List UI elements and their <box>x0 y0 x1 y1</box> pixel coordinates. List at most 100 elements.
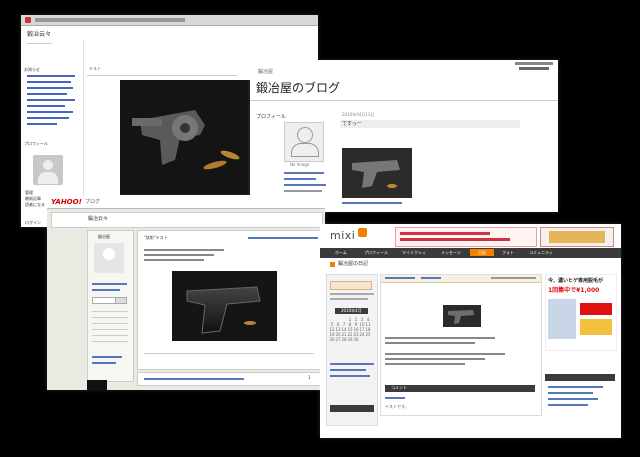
cal-day[interactable] <box>365 337 371 342</box>
screenshot-blog-2: 鍛冶屋 鍛冶屋のブログ プロフィール No Image 2010年04月13日 … <box>250 60 558 212</box>
address-bar[interactable] <box>35 18 185 22</box>
post-text <box>144 254 214 256</box>
comment-bar: コメント <box>385 385 535 392</box>
ad-button[interactable] <box>580 319 612 335</box>
entry-text <box>385 342 475 344</box>
side-link-admin[interactable]: 管理 <box>25 191 33 195</box>
post-title[interactable]: "試射"テスト <box>144 236 168 240</box>
mixi-logo-badge-icon <box>358 228 367 237</box>
sidebar-link[interactable] <box>92 362 116 364</box>
divider <box>27 43 52 44</box>
news-link[interactable] <box>27 105 65 107</box>
post-text <box>144 259 204 261</box>
side-link-latest[interactable]: 最新記事 <box>25 197 41 201</box>
side-link[interactable] <box>548 386 603 388</box>
cal-day[interactable]: 30 <box>353 337 359 342</box>
breadcrumb[interactable]: 鍛冶屋 <box>258 70 273 75</box>
news-link[interactable] <box>27 111 73 113</box>
nav-home[interactable]: ホーム <box>326 249 356 256</box>
profile-link[interactable] <box>284 172 324 174</box>
page-number[interactable]: 1 <box>308 376 311 380</box>
ad-price: 1回集中で¥1,000 <box>548 287 600 294</box>
side-link[interactable] <box>548 392 593 394</box>
sidebar-select[interactable] <box>92 297 116 304</box>
entry-link[interactable] <box>421 277 441 279</box>
mixi-logo[interactable]: mixi <box>330 228 368 244</box>
sidebar-link[interactable] <box>92 283 127 285</box>
news-link[interactable] <box>27 87 73 89</box>
pistol-icon <box>342 148 412 198</box>
side-link-subscribe[interactable]: 読者になる <box>25 203 45 207</box>
top-ad-banner-2[interactable] <box>540 227 614 247</box>
browser-toolbar <box>21 15 318 26</box>
entry-photo[interactable] <box>443 305 481 327</box>
calendar-title: 2010年4月 <box>335 308 368 314</box>
cal-day[interactable]: 29 <box>347 337 353 342</box>
blog-name[interactable]: 鍛冶云々 <box>88 217 108 222</box>
post-text <box>144 249 224 251</box>
ad-line <box>400 232 490 235</box>
cal-day[interactable]: 24 <box>359 332 365 337</box>
post-link[interactable] <box>342 202 402 204</box>
sidebar-link[interactable] <box>92 289 120 291</box>
nav-profile[interactable]: プロフィール <box>358 249 394 256</box>
post-box: "試射"テスト <box>137 230 323 370</box>
news-link[interactable] <box>27 75 75 77</box>
avatar-no-image-label: No Image <box>290 162 310 167</box>
ad-photo <box>548 299 576 339</box>
top-ad-banner[interactable] <box>395 227 537 247</box>
sidebar-heading: お知らせ <box>24 67 40 72</box>
side-ad[interactable]: 今、濃いヒゲ専用脱毛が 1回集中で¥1,000 <box>545 274 617 351</box>
ad-line <box>400 238 510 241</box>
nav-diary[interactable]: 日記 <box>470 249 494 256</box>
nav-community[interactable]: コミュニティ <box>522 249 560 256</box>
nav-photo[interactable]: フォト <box>496 249 520 256</box>
post-date: 2010年04月13日 <box>342 112 375 117</box>
pistol-icon <box>443 305 481 327</box>
trackback-url[interactable] <box>144 378 244 380</box>
calendar <box>92 311 128 349</box>
post-meta-links[interactable] <box>248 237 318 239</box>
cal-day[interactable]: 27 <box>335 337 341 342</box>
side-link[interactable] <box>548 404 588 406</box>
login-label[interactable]: ログイン <box>25 221 41 225</box>
entry-link[interactable] <box>385 277 415 279</box>
profile-link[interactable] <box>284 184 326 186</box>
sidebar-link[interactable] <box>330 363 374 365</box>
news-link[interactable] <box>27 123 57 125</box>
comment-author[interactable] <box>385 397 405 399</box>
blog-title[interactable]: 鍛冶屋のブログ <box>256 82 340 94</box>
cal-day[interactable]: 26 <box>329 337 335 342</box>
sidebar-thumb[interactable] <box>87 380 107 390</box>
revolver-icon <box>120 80 251 195</box>
avatar-head-icon <box>297 127 313 143</box>
side-section-header <box>545 374 615 381</box>
logo-line <box>519 67 549 70</box>
sidebar-link[interactable] <box>92 356 122 358</box>
user-name[interactable]: 鍛冶屋 <box>98 235 110 239</box>
cal-day[interactable]: 28 <box>341 337 347 342</box>
divider <box>87 75 237 76</box>
sidebar-link[interactable] <box>330 375 370 377</box>
news-link[interactable] <box>27 117 69 119</box>
nav-message[interactable]: メッセージ <box>434 249 468 256</box>
mixi-logo-text: mixi <box>330 229 356 242</box>
news-link[interactable] <box>27 99 75 101</box>
blog-name[interactable]: 鍛冶云々 <box>27 32 51 38</box>
yahoo-logo[interactable]: YAHOO! <box>51 199 82 206</box>
news-link[interactable] <box>27 93 67 95</box>
cal-day[interactable]: 25 <box>365 332 371 337</box>
sidebar-section[interactable] <box>330 281 372 290</box>
news-link[interactable] <box>27 81 71 83</box>
post-title[interactable]: てすっー <box>342 122 362 127</box>
sidebar-text <box>330 293 374 295</box>
nav-mymixi[interactable]: マイミクシィ <box>396 249 432 256</box>
calendar-rule <box>92 311 128 312</box>
sidebar-link[interactable] <box>330 369 366 371</box>
avatar <box>94 243 124 273</box>
side-link[interactable] <box>548 398 598 400</box>
sidebar-go-button[interactable] <box>115 297 127 304</box>
profile-link[interactable] <box>284 178 316 180</box>
profile-label: プロフィール <box>256 114 286 120</box>
avatar-body-icon <box>291 143 319 157</box>
